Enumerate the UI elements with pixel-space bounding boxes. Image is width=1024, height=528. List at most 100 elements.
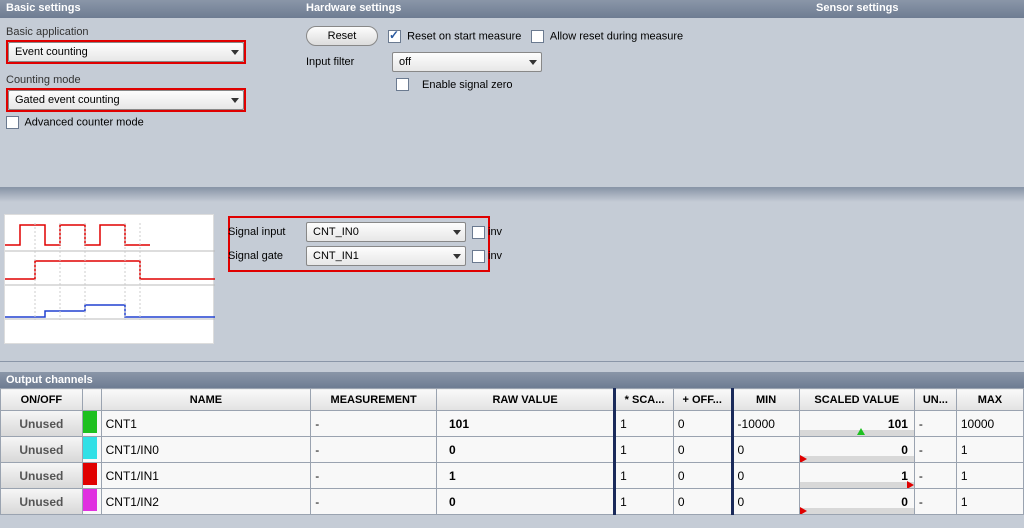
cell-offset[interactable]: 0 bbox=[673, 463, 732, 489]
cell-unit[interactable]: - bbox=[914, 489, 956, 515]
cell-scaled[interactable]: 101 bbox=[799, 411, 914, 437]
reset-on-start-label: Reset on start measure bbox=[407, 30, 521, 42]
onoff-button[interactable]: Unused bbox=[1, 463, 82, 488]
cell-scale[interactable]: 1 bbox=[615, 463, 674, 489]
cell-unit[interactable]: - bbox=[914, 463, 956, 489]
table-header-row: ON/OFF NAME MEASUREMENT RAW VALUE * SCA.… bbox=[1, 389, 1024, 411]
col-min[interactable]: MIN bbox=[732, 389, 799, 411]
cell-min[interactable]: 0 bbox=[732, 463, 799, 489]
cell-scaled[interactable]: 1 bbox=[799, 463, 914, 489]
cell-scale[interactable]: 1 bbox=[615, 489, 674, 515]
col-unit[interactable]: UN... bbox=[914, 389, 956, 411]
counting-mode-select[interactable]: Gated event counting bbox=[8, 90, 244, 110]
cell-scale[interactable]: 1 bbox=[615, 437, 674, 463]
reset-button[interactable]: Reset bbox=[306, 26, 378, 46]
basic-application-label: Basic application bbox=[6, 26, 294, 38]
signal-input-select[interactable]: CNT_IN0 bbox=[306, 222, 466, 242]
col-color[interactable] bbox=[82, 389, 101, 411]
cell-name[interactable]: CNT1/IN1 bbox=[101, 463, 311, 489]
input-filter-value: off bbox=[399, 56, 411, 68]
cell-min[interactable]: 0 bbox=[732, 437, 799, 463]
table-row: UnusedCNT1-10110-10000101-10000 bbox=[1, 411, 1024, 437]
onoff-button[interactable]: Unused bbox=[1, 411, 82, 436]
chevron-down-icon bbox=[231, 98, 239, 103]
table-row: UnusedCNT1/IN1-11001-1 bbox=[1, 463, 1024, 489]
chevron-down-icon bbox=[231, 50, 239, 55]
top-section-header: Basic settings Hardware settings Sensor … bbox=[0, 0, 1024, 18]
cell-raw[interactable]: 0 bbox=[437, 489, 615, 515]
cell-offset[interactable]: 0 bbox=[673, 489, 732, 515]
signal-input-inv-checkbox[interactable] bbox=[472, 226, 485, 239]
hardware-settings-header: Hardware settings bbox=[306, 2, 816, 16]
signal-gate-inv-checkbox[interactable] bbox=[472, 250, 485, 263]
col-onoff[interactable]: ON/OFF bbox=[1, 389, 83, 411]
enable-signal-zero-checkbox[interactable] bbox=[396, 78, 409, 91]
cell-name[interactable]: CNT1/IN0 bbox=[101, 437, 311, 463]
spacer bbox=[0, 188, 1024, 202]
input-filter-select[interactable]: off bbox=[392, 52, 542, 72]
cell-max[interactable]: 1 bbox=[956, 489, 1023, 515]
cell-unit[interactable]: - bbox=[914, 437, 956, 463]
col-measurement[interactable]: MEASUREMENT bbox=[311, 389, 437, 411]
cell-max[interactable]: 10000 bbox=[956, 411, 1023, 437]
cell-measurement[interactable]: - bbox=[311, 489, 437, 515]
signal-input-label: Signal input bbox=[228, 226, 306, 238]
col-offset[interactable]: + OFF... bbox=[673, 389, 732, 411]
onoff-button[interactable]: Unused bbox=[1, 437, 82, 462]
advanced-counter-checkbox[interactable] bbox=[6, 116, 19, 129]
allow-reset-checkbox[interactable] bbox=[531, 30, 544, 43]
onoff-button[interactable]: Unused bbox=[1, 489, 82, 514]
channel-color-swatch[interactable] bbox=[83, 489, 97, 511]
top-area: Basic application Event counting Countin… bbox=[0, 18, 1024, 188]
counting-mode-value: Gated event counting bbox=[15, 94, 120, 106]
input-filter-label: Input filter bbox=[306, 56, 382, 68]
cell-measurement[interactable]: - bbox=[311, 463, 437, 489]
basic-application-value: Event counting bbox=[15, 46, 88, 58]
signal-gate-select[interactable]: CNT_IN1 bbox=[306, 246, 466, 266]
table-row: UnusedCNT1/IN2-01000-1 bbox=[1, 489, 1024, 515]
channel-color-swatch[interactable] bbox=[83, 411, 97, 433]
cell-scale[interactable]: 1 bbox=[615, 411, 674, 437]
cell-name[interactable]: CNT1/IN2 bbox=[101, 489, 311, 515]
channel-color-swatch[interactable] bbox=[83, 437, 97, 459]
cell-scaled[interactable]: 0 bbox=[799, 489, 914, 515]
basic-application-select[interactable]: Event counting bbox=[8, 42, 244, 62]
basic-settings-header: Basic settings bbox=[6, 2, 306, 16]
basic-settings-panel: Basic application Event counting Countin… bbox=[0, 18, 300, 187]
output-channels-table: ON/OFF NAME MEASUREMENT RAW VALUE * SCA.… bbox=[0, 388, 1024, 515]
cell-unit[interactable]: - bbox=[914, 411, 956, 437]
allow-reset-label: Allow reset during measure bbox=[550, 30, 683, 42]
signal-area: Signal input CNT_IN0 inv Signal gate CNT… bbox=[0, 202, 1024, 362]
col-scaled-value[interactable]: SCALED VALUE bbox=[799, 389, 914, 411]
chevron-down-icon bbox=[529, 60, 537, 65]
cell-offset[interactable]: 0 bbox=[673, 411, 732, 437]
cell-scaled[interactable]: 0 bbox=[799, 437, 914, 463]
cell-max[interactable]: 1 bbox=[956, 463, 1023, 489]
signal-gate-value: CNT_IN1 bbox=[313, 250, 359, 262]
col-max[interactable]: MAX bbox=[956, 389, 1023, 411]
cell-min[interactable]: -10000 bbox=[732, 411, 799, 437]
reset-on-start-checkbox[interactable] bbox=[388, 30, 401, 43]
chevron-down-icon bbox=[453, 254, 461, 259]
cell-name[interactable]: CNT1 bbox=[101, 411, 311, 437]
hardware-settings-panel: Reset Reset on start measure Allow reset… bbox=[300, 18, 689, 187]
col-raw-value[interactable]: RAW VALUE bbox=[437, 389, 615, 411]
cell-raw[interactable]: 1 bbox=[437, 463, 615, 489]
advanced-counter-label: Advanced counter mode bbox=[24, 116, 143, 128]
cell-measurement[interactable]: - bbox=[311, 411, 437, 437]
cell-raw[interactable]: 0 bbox=[437, 437, 615, 463]
signal-input-inv-label: inv bbox=[488, 226, 502, 238]
signal-fields: Signal input CNT_IN0 inv Signal gate CNT… bbox=[228, 220, 502, 268]
channel-color-swatch[interactable] bbox=[83, 463, 97, 485]
counting-mode-highlight: Gated event counting bbox=[6, 88, 246, 112]
table-row: UnusedCNT1/IN0-01000-1 bbox=[1, 437, 1024, 463]
cell-raw[interactable]: 101 bbox=[437, 411, 615, 437]
cell-offset[interactable]: 0 bbox=[673, 437, 732, 463]
cell-measurement[interactable]: - bbox=[311, 437, 437, 463]
cell-max[interactable]: 1 bbox=[956, 437, 1023, 463]
col-scale[interactable]: * SCA... bbox=[615, 389, 674, 411]
col-name[interactable]: NAME bbox=[101, 389, 311, 411]
chevron-down-icon bbox=[453, 230, 461, 235]
cell-min[interactable]: 0 bbox=[732, 489, 799, 515]
basic-application-highlight: Event counting bbox=[6, 40, 246, 64]
